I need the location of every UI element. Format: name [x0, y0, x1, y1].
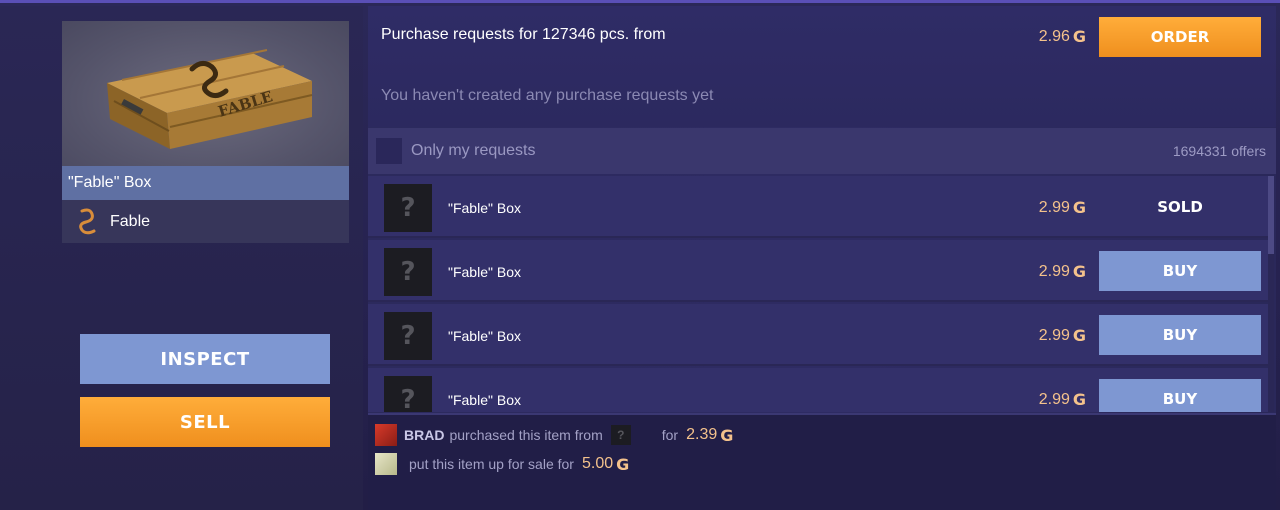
history-price-value: 5.00: [581, 455, 614, 472]
purchase-requests-title: Purchase requests for 127346 pcs. from: [381, 26, 666, 43]
offer-row: ? "Fable" Box 2.99 G BUY: [368, 368, 1268, 412]
currency-icon: G: [1072, 27, 1086, 46]
collection-name: Fable: [110, 212, 151, 230]
buy-button[interactable]: BUY: [1099, 315, 1261, 355]
item-card: FABLE "Fable" Box Fable: [62, 21, 349, 243]
offer-item-name: "Fable" Box: [448, 328, 521, 344]
offer-price: 2.99 G: [1039, 326, 1086, 345]
offer-price-value: 2.99: [1038, 198, 1070, 216]
purchase-requests-section: Purchase requests for 127346 pcs. from 2…: [368, 6, 1276, 127]
currency-icon: G: [1072, 326, 1086, 345]
offer-price-value: 2.99: [1038, 390, 1070, 408]
item-collection: Fable: [62, 200, 349, 243]
offers-count: 1694331 offers: [1172, 143, 1266, 159]
scroll-thumb[interactable]: [1268, 176, 1274, 254]
snake-collection-icon: [79, 208, 96, 234]
offer-price: 2.99 G: [1039, 262, 1086, 281]
history-price: 2.39 G: [686, 426, 733, 445]
currency-icon: G: [1072, 262, 1086, 281]
market-panel: Purchase requests for 127346 pcs. from 2…: [368, 6, 1276, 510]
offer-row: ? "Fable" Box 2.99 G BUY: [368, 240, 1268, 302]
history-text: purchased this item from: [449, 427, 603, 443]
history-price: 5.00 G: [582, 455, 629, 474]
only-my-requests-label[interactable]: Only my requests: [411, 142, 535, 160]
unknown-item-icon: ?: [384, 376, 432, 412]
history-username[interactable]: BRAD: [404, 427, 444, 443]
order-button[interactable]: ORDER: [1099, 17, 1261, 57]
buy-button[interactable]: BUY: [1099, 251, 1261, 291]
item-panel: FABLE "Fable" Box Fable INSPECT SELL: [0, 6, 363, 510]
empty-requests-text: You haven't created any purchase request…: [381, 87, 714, 104]
history-text: put this item up for sale for: [409, 456, 574, 472]
market-screen: FABLE "Fable" Box Fable INSPECT SELL Pur…: [0, 0, 1280, 510]
unknown-user-icon: ?: [610, 425, 631, 445]
trade-history: BRAD purchased this item from ? for 2.39…: [368, 413, 1276, 510]
offer-price-value: 2.99: [1038, 262, 1070, 280]
item-name: "Fable" Box: [62, 166, 349, 200]
offers-list: ? "Fable" Box 2.99 G SOLD ? "Fable" Box …: [368, 176, 1268, 412]
history-entry: put this item up for sale for 5.00 G: [375, 453, 629, 475]
filter-bar: Only my requests 1694331 offers: [368, 128, 1276, 174]
history-price-value: 2.39: [686, 426, 718, 443]
history-for-text: for: [661, 427, 679, 443]
unknown-item-icon: ?: [384, 312, 432, 360]
offer-price: 2.99 G: [1039, 390, 1086, 409]
currency-icon: G: [1072, 198, 1086, 217]
currency-icon: G: [720, 425, 734, 445]
only-my-requests-checkbox[interactable]: [376, 138, 402, 164]
offers-scrollbar[interactable]: [1268, 176, 1274, 412]
purchase-price-value: 2.96: [1038, 27, 1070, 45]
unknown-item-icon: ?: [384, 248, 432, 296]
currency-icon: G: [616, 454, 630, 474]
offer-price: 2.99 G: [1039, 198, 1086, 217]
crate-image: FABLE: [107, 49, 313, 149]
avatar[interactable]: [375, 453, 397, 475]
avatar[interactable]: [375, 424, 397, 446]
offer-price-value: 2.99: [1038, 326, 1070, 344]
offer-item-name: "Fable" Box: [448, 392, 521, 408]
unknown-item-icon: ?: [384, 184, 432, 232]
offer-item-name: "Fable" Box: [448, 264, 521, 280]
buy-button[interactable]: BUY: [1099, 379, 1261, 412]
sell-button[interactable]: SELL: [80, 397, 330, 447]
offer-item-name: "Fable" Box: [448, 200, 521, 216]
item-image: FABLE: [62, 21, 349, 166]
purchase-price: 2.96 G: [1039, 27, 1086, 46]
offer-row: ? "Fable" Box 2.99 G SOLD: [368, 176, 1268, 238]
history-entry: BRAD purchased this item from ? for 2.39…: [375, 424, 733, 446]
sold-label: SOLD: [1157, 198, 1203, 216]
currency-icon: G: [1072, 390, 1086, 409]
offer-row: ? "Fable" Box 2.99 G BUY: [368, 304, 1268, 366]
inspect-button[interactable]: INSPECT: [80, 334, 330, 384]
